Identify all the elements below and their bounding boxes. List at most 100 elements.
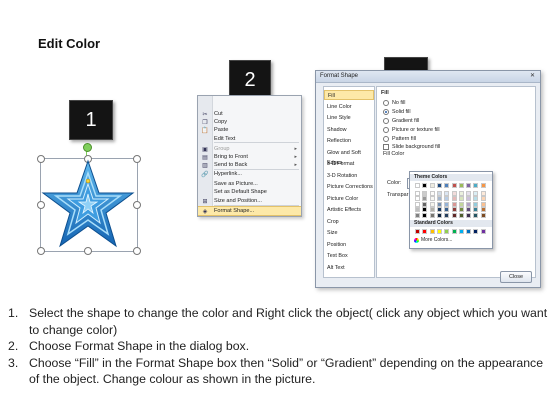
theme-color-swatch[interactable] (458, 213, 464, 218)
nav-item-alt-text[interactable]: Alt Text (324, 263, 374, 273)
checkbox-box[interactable] (383, 143, 389, 150)
slide-background-checkbox[interactable]: Slide background fill (383, 143, 440, 150)
nav-item-picture-corrections[interactable]: Picture Corrections (324, 182, 374, 192)
nav-item-size[interactable]: Size (324, 228, 374, 238)
theme-color-swatch[interactable] (451, 183, 457, 188)
theme-color-swatch[interactable] (444, 183, 450, 188)
menu-item[interactable]: Save as Picture... (198, 180, 301, 188)
rotation-handle[interactable] (83, 143, 92, 152)
theme-color-swatch[interactable] (415, 207, 420, 213)
theme-color-swatch[interactable] (415, 183, 420, 188)
theme-color-swatch[interactable] (480, 183, 486, 188)
standard-color-swatch[interactable] (480, 229, 486, 234)
nav-item-glow-and-soft-edges[interactable]: Glow and Soft Edges (324, 148, 374, 166)
nav-item-picture-color[interactable]: Picture Color (324, 194, 374, 204)
standard-color-swatch[interactable] (458, 229, 464, 234)
menu-item[interactable]: ⊞ Size and Position... (198, 197, 301, 205)
theme-color-swatch[interactable] (422, 196, 428, 202)
theme-color-swatch[interactable] (436, 196, 442, 202)
nav-item-reflection[interactable]: Reflection (324, 136, 374, 146)
theme-color-swatch[interactable] (480, 196, 486, 202)
theme-color-swatch[interactable] (473, 207, 479, 213)
theme-color-swatch[interactable] (422, 190, 428, 196)
theme-color-swatch[interactable] (429, 213, 435, 218)
theme-color-swatch[interactable] (415, 201, 420, 207)
theme-color-swatch[interactable] (466, 196, 472, 202)
theme-color-swatch[interactable] (444, 213, 450, 218)
menu-item[interactable]: ❐ Copy (198, 118, 301, 126)
standard-color-swatch[interactable] (466, 229, 472, 234)
more-colors-option[interactable]: More Colors... (414, 237, 452, 243)
fill-option[interactable]: No fill (383, 99, 405, 106)
theme-color-swatch[interactable] (480, 201, 486, 207)
theme-color-swatch[interactable] (429, 201, 435, 207)
theme-color-swatch[interactable] (451, 207, 457, 213)
theme-color-swatch[interactable] (466, 201, 472, 207)
theme-color-swatch[interactable] (451, 201, 457, 207)
nav-item-shadow[interactable]: Shadow (324, 125, 374, 135)
theme-color-swatch[interactable] (480, 213, 486, 218)
theme-color-swatch[interactable] (466, 190, 472, 196)
nav-item-3-d-rotation[interactable]: 3-D Rotation (324, 171, 374, 181)
menu-item[interactable]: ✂ Cut (198, 110, 301, 118)
theme-color-swatch[interactable] (429, 196, 435, 202)
menu-item[interactable]: ◈ Format Shape... (198, 206, 301, 216)
radio-button[interactable] (383, 117, 389, 124)
theme-color-swatch[interactable] (473, 190, 479, 196)
standard-color-swatch[interactable] (444, 229, 450, 234)
theme-color-swatch[interactable] (451, 196, 457, 202)
menu-item[interactable]: 🔗 Hyperlink... (198, 170, 301, 178)
nav-item-text-box[interactable]: Text Box (324, 251, 374, 261)
fill-option[interactable]: Gradient fill (383, 117, 419, 124)
theme-color-swatch[interactable] (466, 183, 472, 188)
close-button[interactable]: Close (500, 271, 532, 283)
theme-color-swatch[interactable] (480, 190, 486, 196)
radio-button[interactable] (383, 99, 389, 106)
menu-item[interactable]: ▥ Send to Back ▸ (198, 161, 301, 169)
nav-item-3-d-format[interactable]: 3-D Format (324, 159, 374, 169)
close-icon[interactable]: ✕ (528, 72, 537, 80)
theme-color-swatch[interactable] (415, 196, 420, 202)
theme-color-swatch[interactable] (444, 201, 450, 207)
fill-option[interactable]: Pattern fill (383, 135, 416, 142)
theme-color-swatch[interactable] (451, 190, 457, 196)
theme-color-swatch[interactable] (458, 201, 464, 207)
menu-item[interactable]: 📋 Paste (198, 126, 301, 134)
theme-color-swatch[interactable] (458, 183, 464, 188)
nav-item-fill[interactable]: Fill (324, 90, 374, 100)
theme-color-swatch[interactable] (422, 213, 428, 218)
theme-color-swatch[interactable] (436, 207, 442, 213)
theme-color-swatch[interactable] (422, 201, 428, 207)
menu-item[interactable]: ▤ Bring to Front ▸ (198, 153, 301, 161)
theme-color-swatch[interactable] (436, 183, 442, 188)
theme-color-swatch[interactable] (466, 213, 472, 218)
standard-color-swatch[interactable] (429, 229, 435, 234)
standard-color-swatch[interactable] (436, 229, 442, 234)
theme-color-swatch[interactable] (415, 213, 420, 218)
theme-color-swatch[interactable] (444, 207, 450, 213)
theme-color-swatch[interactable] (451, 213, 457, 218)
theme-color-swatch[interactable] (473, 196, 479, 202)
theme-color-swatch[interactable] (444, 190, 450, 196)
theme-color-swatch[interactable] (436, 213, 442, 218)
standard-color-swatch[interactable] (451, 229, 457, 234)
theme-color-swatch[interactable] (436, 201, 442, 207)
nav-item-crop[interactable]: Crop (324, 217, 374, 227)
theme-color-swatch[interactable] (444, 196, 450, 202)
theme-color-swatch[interactable] (458, 207, 464, 213)
standard-color-swatch[interactable] (473, 229, 479, 234)
menu-item[interactable]: Set as Default Shape (198, 188, 301, 196)
theme-color-swatch[interactable] (429, 207, 435, 213)
nav-item-line-color[interactable]: Line Color (324, 102, 374, 112)
radio-button[interactable] (383, 135, 389, 142)
theme-color-swatch[interactable] (436, 190, 442, 196)
theme-color-swatch[interactable] (458, 190, 464, 196)
theme-color-swatch[interactable] (466, 207, 472, 213)
radio-button[interactable] (383, 108, 389, 115)
fill-option[interactable]: Picture or texture fill (383, 126, 440, 133)
theme-color-swatch[interactable] (422, 207, 428, 213)
theme-color-swatch[interactable] (458, 196, 464, 202)
nav-item-position[interactable]: Position (324, 240, 374, 250)
standard-color-swatch[interactable] (422, 229, 428, 234)
standard-color-swatch[interactable] (415, 229, 420, 234)
